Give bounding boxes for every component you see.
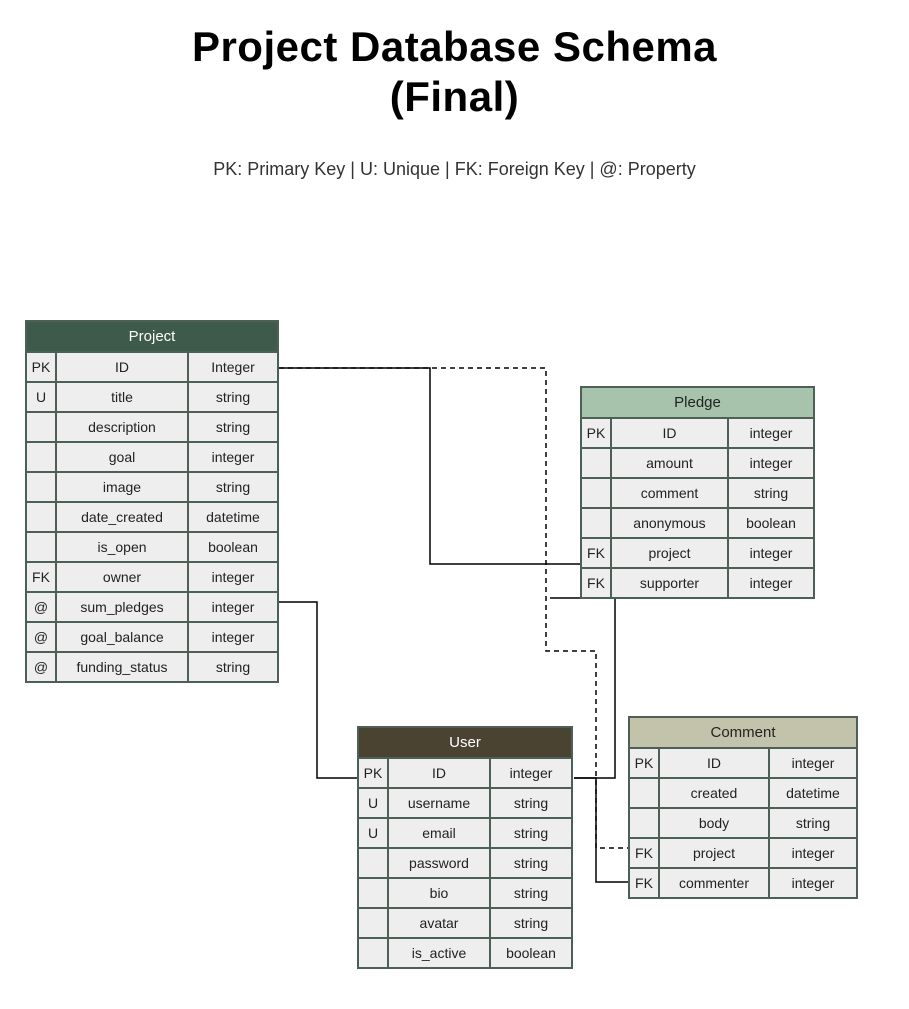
row-key [27, 503, 55, 531]
row-name: ID [389, 759, 489, 787]
row-name: date_created [57, 503, 187, 531]
row-key [359, 939, 387, 967]
row-key: U [27, 383, 55, 411]
row-type: integer [729, 419, 813, 447]
row-key: PK [630, 749, 658, 777]
row-key: @ [27, 623, 55, 651]
diagram-title: Project Database Schema (Final) [0, 0, 909, 123]
row-key [582, 449, 610, 477]
row-name: is_active [389, 939, 489, 967]
row-name: created [660, 779, 768, 807]
row-key: U [359, 789, 387, 817]
row-name: is_open [57, 533, 187, 561]
row-type: string [189, 653, 277, 681]
row-type: string [729, 479, 813, 507]
row-key [630, 809, 658, 837]
row-type: integer [770, 869, 856, 897]
row-key: PK [359, 759, 387, 787]
row-name: username [389, 789, 489, 817]
row-key: FK [630, 839, 658, 867]
row-name: funding_status [57, 653, 187, 681]
row-key [582, 509, 610, 537]
table-user-header: User [359, 728, 571, 757]
row-type: boolean [729, 509, 813, 537]
row-key [582, 479, 610, 507]
row-name: email [389, 819, 489, 847]
row-type: string [189, 383, 277, 411]
row-type: integer [729, 449, 813, 477]
row-name: title [57, 383, 187, 411]
row-name: comment [612, 479, 727, 507]
table-pledge-header: Pledge [582, 388, 813, 417]
row-key: @ [27, 593, 55, 621]
row-type: string [491, 879, 571, 907]
table-project-header: Project [27, 322, 277, 351]
row-type: integer [189, 593, 277, 621]
row-name: project [660, 839, 768, 867]
row-name: avatar [389, 909, 489, 937]
row-name: ID [57, 353, 187, 381]
row-name: password [389, 849, 489, 877]
table-user: User PKIDintegerUusernamestringUemailstr… [357, 726, 573, 969]
row-key: PK [27, 353, 55, 381]
row-name: owner [57, 563, 187, 591]
row-key [359, 909, 387, 937]
row-key [27, 473, 55, 501]
row-name: sum_pledges [57, 593, 187, 621]
row-name: image [57, 473, 187, 501]
row-key: PK [582, 419, 610, 447]
row-type: string [189, 413, 277, 441]
row-name: anonymous [612, 509, 727, 537]
row-key: U [359, 819, 387, 847]
row-type: string [189, 473, 277, 501]
row-type: integer [770, 839, 856, 867]
table-pledge: Pledge PKIDintegeramountintegercommentst… [580, 386, 815, 599]
row-type: boolean [189, 533, 277, 561]
row-type: integer [770, 749, 856, 777]
row-type: string [491, 789, 571, 817]
row-type: string [770, 809, 856, 837]
row-name: supporter [612, 569, 727, 597]
row-type: string [491, 819, 571, 847]
row-type: datetime [770, 779, 856, 807]
row-name: goal_balance [57, 623, 187, 651]
row-type: integer [189, 623, 277, 651]
row-key: FK [582, 539, 610, 567]
row-name: amount [612, 449, 727, 477]
row-key [359, 879, 387, 907]
row-name: ID [612, 419, 727, 447]
row-type: string [491, 849, 571, 877]
row-key: FK [27, 563, 55, 591]
row-type: datetime [189, 503, 277, 531]
row-key: FK [582, 569, 610, 597]
title-line-2: (Final) [0, 72, 909, 122]
row-name: project [612, 539, 727, 567]
row-type: integer [189, 563, 277, 591]
row-type: boolean [491, 939, 571, 967]
row-key [27, 533, 55, 561]
row-type: integer [729, 569, 813, 597]
row-name: commenter [660, 869, 768, 897]
row-key: @ [27, 653, 55, 681]
row-key [359, 849, 387, 877]
title-line-1: Project Database Schema [0, 22, 909, 72]
row-name: body [660, 809, 768, 837]
legend-text: PK: Primary Key | U: Unique | FK: Foreig… [0, 159, 909, 180]
row-key [27, 413, 55, 441]
row-type: integer [491, 759, 571, 787]
row-name: ID [660, 749, 768, 777]
row-key [27, 443, 55, 471]
row-name: bio [389, 879, 489, 907]
row-type: integer [729, 539, 813, 567]
row-key [630, 779, 658, 807]
row-name: goal [57, 443, 187, 471]
row-name: description [57, 413, 187, 441]
row-type: Integer [189, 353, 277, 381]
table-project: Project PKIDIntegerUtitlestringdescripti… [25, 320, 279, 683]
table-comment: Comment PKIDintegercreateddatetimebodyst… [628, 716, 858, 899]
row-type: integer [189, 443, 277, 471]
row-key: FK [630, 869, 658, 897]
row-type: string [491, 909, 571, 937]
table-comment-header: Comment [630, 718, 856, 747]
